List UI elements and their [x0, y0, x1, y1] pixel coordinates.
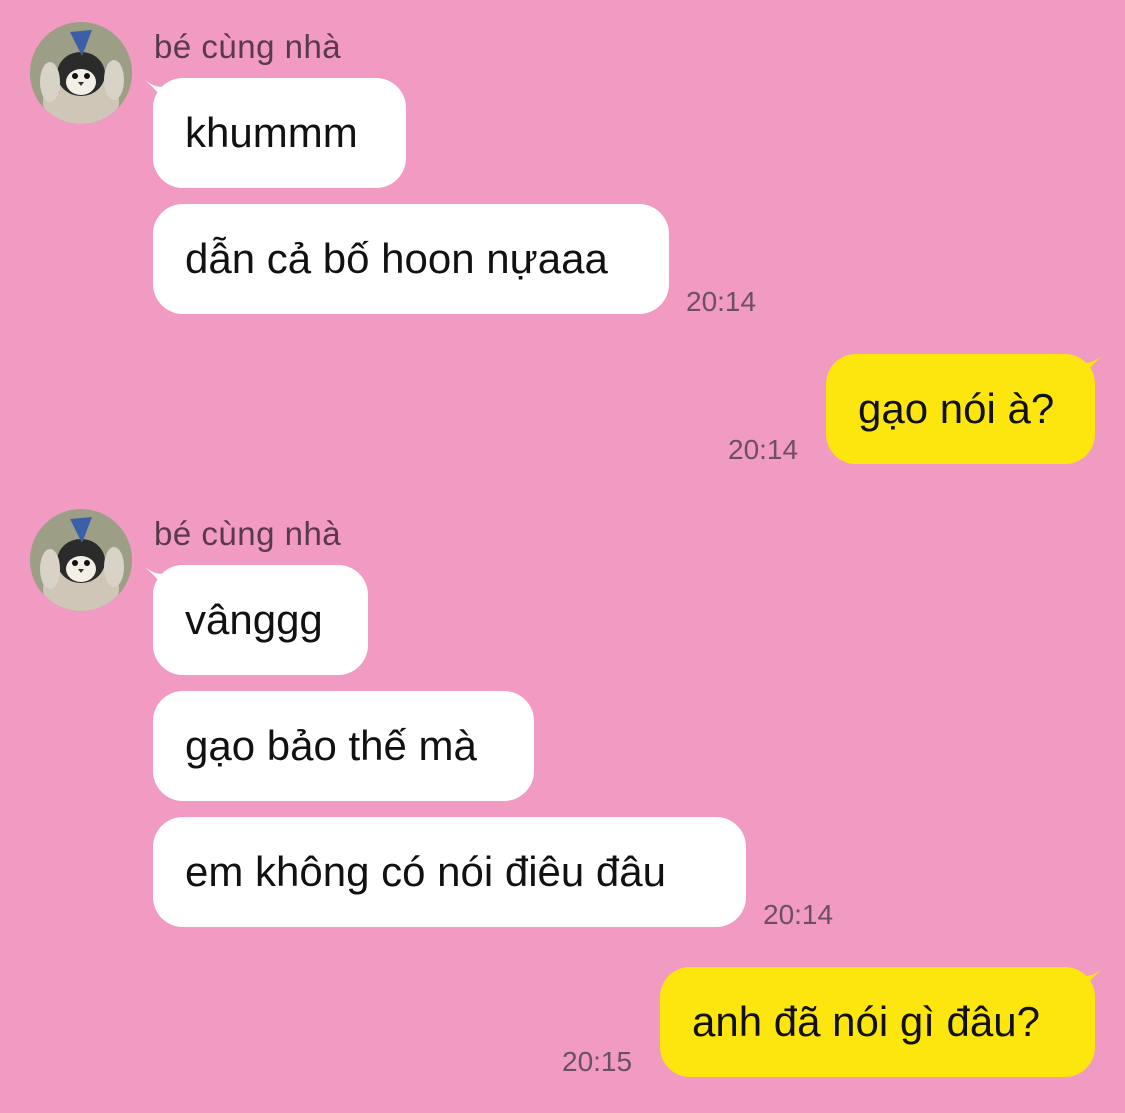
message-bubble-received[interactable]: gạo bảo thế mà [153, 691, 534, 801]
message-bubble-received[interactable]: em không có nói điêu đâu [153, 817, 746, 927]
contact-avatar[interactable] [30, 22, 132, 124]
message-bubble-received[interactable]: khummm [153, 78, 406, 188]
message-bubble-sent[interactable]: gạo nói à? [826, 354, 1095, 464]
sender-name: bé cùng nhà [154, 515, 342, 552]
penguin-chick-avatar-icon [30, 509, 132, 611]
message-timestamp: 20:14 [763, 899, 834, 930]
message-bubble-sent[interactable]: anh đã nói gì đâu? [660, 967, 1095, 1077]
contact-avatar[interactable] [30, 509, 132, 611]
message-bubble-received[interactable]: dẫn cả bố hoon nựaaa [153, 204, 669, 314]
penguin-chick-avatar-icon [30, 22, 132, 124]
message-timestamp: 20:15 [562, 1046, 633, 1077]
message-bubble-received[interactable]: vânggg [153, 565, 368, 675]
message-timestamp: 20:14 [728, 434, 799, 465]
bubble-tail [1076, 969, 1102, 999]
sender-name: bé cùng nhà [154, 28, 342, 65]
message-timestamp: 20:14 [686, 286, 757, 317]
bubble-tail [1076, 356, 1102, 386]
